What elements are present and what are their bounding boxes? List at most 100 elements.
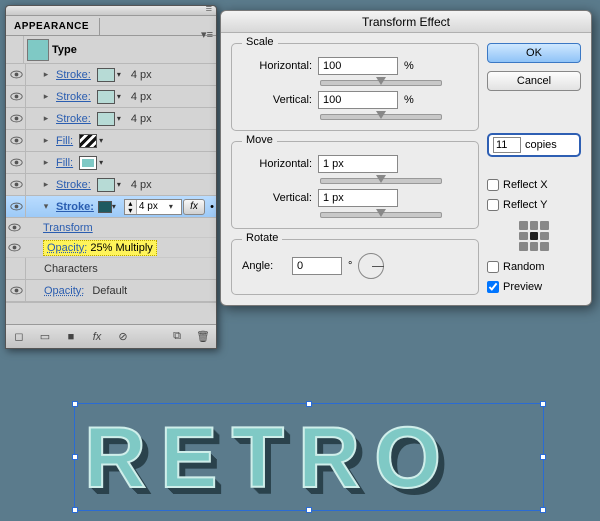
handle-icon[interactable] xyxy=(72,401,78,407)
pattern-swatch[interactable] xyxy=(79,134,97,148)
stroke-value: 4 px xyxy=(131,69,152,81)
stroke-value: 4 px xyxy=(131,91,152,103)
visibility-icon[interactable] xyxy=(8,196,26,218)
random-label: Random xyxy=(503,261,545,273)
opacity-value: Default xyxy=(92,285,127,297)
stroke-label[interactable]: Stroke: xyxy=(52,113,95,125)
handle-icon[interactable] xyxy=(306,507,312,513)
clear-icon[interactable]: ⊘ xyxy=(114,330,132,343)
handle-icon[interactable] xyxy=(540,507,546,513)
opacity-label[interactable]: Opacity: xyxy=(40,285,88,297)
move-v-slider[interactable] xyxy=(320,212,442,218)
fx-menu-icon[interactable]: fx xyxy=(88,331,106,343)
visibility-icon[interactable] xyxy=(8,64,26,86)
stroke-row[interactable]: ▸ Stroke: ▾ 4 px xyxy=(6,64,216,86)
visibility-icon[interactable] xyxy=(8,108,26,130)
move-h-label: Horizontal: xyxy=(242,158,312,170)
characters-row[interactable]: Characters xyxy=(6,258,216,280)
type-label: Type xyxy=(52,44,77,56)
transform-effect-dialog: Transform Effect Scale Horizontal: % Ver… xyxy=(220,10,592,306)
fill-icon[interactable]: ■ xyxy=(62,331,80,343)
reference-point-grid[interactable] xyxy=(519,221,549,251)
fill-row[interactable]: ▸ Fill: ▾ xyxy=(6,152,216,174)
reflect-x-checkbox[interactable] xyxy=(487,179,499,191)
stroke-row[interactable]: ▸ Stroke: ▾ 4 px xyxy=(6,174,216,196)
scale-group: Scale Horizontal: % Vertical: % xyxy=(231,43,479,131)
move-h-slider[interactable] xyxy=(320,178,442,184)
duplicate-icon[interactable]: ⧉ xyxy=(168,330,186,343)
no-style-icon[interactable]: ◻ xyxy=(10,330,28,343)
angle-input[interactable] xyxy=(292,257,342,275)
random-checkbox[interactable] xyxy=(487,261,499,273)
opacity-highlight: Opacity: 25% Multiply xyxy=(43,240,157,256)
handle-icon[interactable] xyxy=(306,401,312,407)
handle-icon[interactable] xyxy=(72,454,78,460)
type-row[interactable]: Type xyxy=(6,36,216,64)
characters-label: Characters xyxy=(40,263,102,275)
scale-v-input[interactable] xyxy=(318,91,398,109)
stroke-label[interactable]: Stroke: xyxy=(52,69,95,81)
fill-label[interactable]: Fill: xyxy=(52,135,77,147)
move-group: Move Horizontal: Vertical: xyxy=(231,141,479,229)
visibility-icon[interactable] xyxy=(8,130,26,152)
scale-h-slider[interactable] xyxy=(320,80,442,86)
scale-h-input[interactable] xyxy=(318,57,398,75)
stroke-swatch-combo[interactable]: ▾ xyxy=(98,201,122,213)
dialog-title: Transform Effect xyxy=(221,11,591,33)
fill-row[interactable]: ▸ Fill: ▾ xyxy=(6,130,216,152)
fill-label[interactable]: Fill: xyxy=(52,157,77,169)
transform-link[interactable]: Transform xyxy=(43,222,93,234)
scale-v-label: Vertical: xyxy=(242,94,312,106)
fx-badge-icon[interactable]: fx xyxy=(183,199,205,215)
cancel-button[interactable]: Cancel xyxy=(487,71,581,91)
handle-icon[interactable] xyxy=(540,454,546,460)
trash-icon[interactable]: 🗑 xyxy=(194,330,212,343)
rotate-group: Rotate Angle: ° xyxy=(231,239,479,295)
stroke-weight-field[interactable]: ▴▾ ▾ xyxy=(124,199,182,215)
degree-unit: ° xyxy=(348,260,352,272)
reflect-y-label: Reflect Y xyxy=(503,199,547,211)
twisty-icon[interactable]: ▸ xyxy=(40,69,52,80)
reflect-y-checkbox[interactable] xyxy=(487,199,499,211)
stroke-icon[interactable]: ▭ xyxy=(36,330,54,343)
panel-titlebar[interactable] xyxy=(6,6,216,16)
stroke-label[interactable]: Stroke: xyxy=(52,91,95,103)
visibility-icon[interactable] xyxy=(8,280,26,302)
angle-dial[interactable] xyxy=(358,253,384,279)
visibility-icon[interactable] xyxy=(8,152,26,174)
twisty-open-icon[interactable]: ▾ xyxy=(40,201,52,212)
ok-button[interactable]: OK xyxy=(487,43,581,63)
stroke-label[interactable]: Stroke: xyxy=(52,201,98,213)
opacity-default-row[interactable]: Opacity: Default xyxy=(6,280,216,302)
stroke-label[interactable]: Stroke: xyxy=(52,179,95,191)
stroke-row-selected[interactable]: ▾ Stroke: ▾ ▴▾ ▾ fx • xyxy=(6,196,216,218)
appearance-tab[interactable]: APPEARANCE xyxy=(6,18,100,35)
scale-v-slider[interactable] xyxy=(320,114,442,120)
move-v-input[interactable] xyxy=(318,189,398,207)
panel-menu-icon[interactable]: ▾≡ xyxy=(201,28,213,41)
stroke-value: 4 px xyxy=(131,113,152,125)
color-swatch[interactable] xyxy=(97,178,115,192)
opacity-item[interactable]: Opacity: 25% Multiply xyxy=(6,238,216,258)
color-swatch[interactable] xyxy=(97,90,115,104)
canvas-selection[interactable]: RETRO RETRO xyxy=(74,403,544,511)
preview-checkbox[interactable] xyxy=(487,281,499,293)
visibility-icon[interactable] xyxy=(8,174,26,196)
color-swatch[interactable] xyxy=(79,156,97,170)
move-group-title: Move xyxy=(242,134,277,146)
copies-field[interactable]: copies xyxy=(487,133,581,157)
selection-bounds xyxy=(74,403,544,511)
transform-effect-item[interactable]: Transform xyxy=(6,218,216,238)
color-swatch[interactable] xyxy=(97,112,115,126)
stroke-weight-input[interactable] xyxy=(137,201,167,212)
copies-input[interactable] xyxy=(493,137,521,153)
handle-icon[interactable] xyxy=(540,401,546,407)
scale-h-label: Horizontal: xyxy=(242,60,312,72)
stroke-row[interactable]: ▸ Stroke: ▾ 4 px xyxy=(6,108,216,130)
appearance-panel: APPEARANCE ▾≡ Type ▸ Stroke: ▾ 4 px ▸ St… xyxy=(5,5,217,349)
move-h-input[interactable] xyxy=(318,155,398,173)
visibility-icon[interactable] xyxy=(8,86,26,108)
handle-icon[interactable] xyxy=(72,507,78,513)
stroke-row[interactable]: ▸ Stroke: ▾ 4 px xyxy=(6,86,216,108)
color-swatch[interactable] xyxy=(97,68,115,82)
